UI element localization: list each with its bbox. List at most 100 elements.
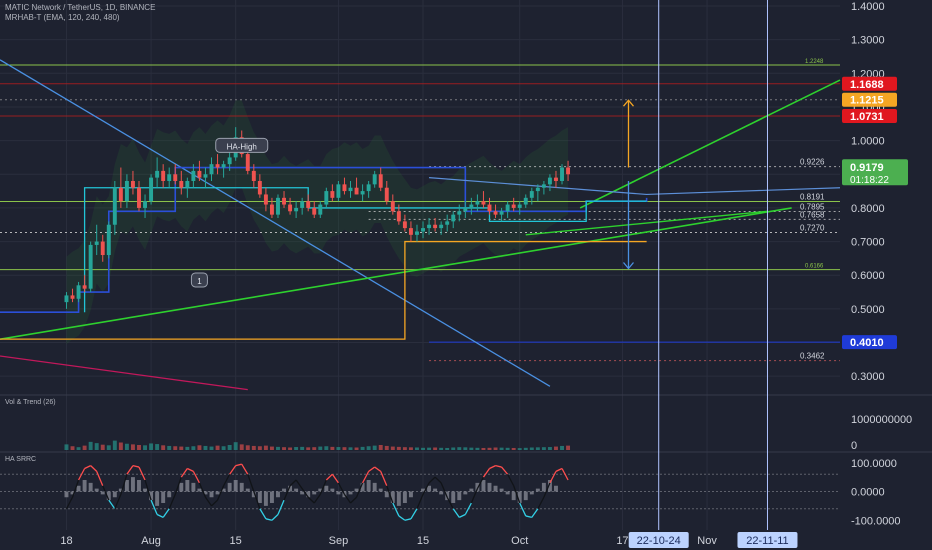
volume-bar	[469, 447, 474, 450]
candle-body	[499, 211, 504, 215]
candle-body	[137, 187, 141, 208]
level-label: 0.9226	[800, 158, 825, 167]
volume-bar	[167, 445, 172, 450]
candle-body	[433, 224, 438, 229]
osc-bar	[167, 491, 172, 498]
osc-bar	[541, 482, 546, 492]
date-label-text: 22-11-11	[746, 535, 788, 547]
candle-body	[330, 191, 335, 198]
current-price-text: 0.9179	[850, 162, 884, 174]
volume-bar	[312, 447, 317, 450]
volume-bar	[269, 446, 274, 450]
volume-bar	[378, 445, 383, 450]
time-tick-label: Aug	[141, 535, 161, 547]
volume-bar	[112, 440, 117, 450]
candle-body	[173, 174, 178, 181]
osc-bar	[185, 480, 190, 492]
osc-bar	[233, 480, 238, 492]
candle-body	[82, 285, 87, 289]
candle-body	[342, 184, 347, 192]
volume-bar	[282, 447, 286, 450]
candle-body	[493, 211, 498, 215]
volume-bar	[354, 447, 359, 450]
osc-bar	[529, 491, 534, 495]
price-tick-label: 1.4000	[851, 1, 885, 13]
candle-body	[511, 204, 516, 208]
volume-bar	[324, 446, 329, 450]
volume-bar	[197, 445, 202, 450]
volume-bar	[408, 447, 413, 450]
osc-bar	[402, 491, 407, 503]
volume-bar	[421, 447, 425, 450]
volume-bar	[372, 445, 377, 450]
candle-body	[360, 191, 365, 195]
candle-body	[402, 221, 407, 229]
volume-bar	[191, 446, 196, 450]
candle-body	[306, 201, 311, 208]
candle-body	[155, 170, 160, 178]
price-chart[interactable]: 1.22480.92260.81910.78950.76580.72700.61…	[0, 0, 932, 550]
volume-bar	[155, 444, 160, 450]
volume-bar	[505, 447, 510, 450]
volume-bar	[239, 444, 244, 450]
volume-bar	[566, 445, 571, 450]
candle-body	[130, 180, 135, 188]
osc-bar	[82, 480, 87, 492]
osc-bar	[282, 488, 286, 492]
candle-body	[487, 204, 492, 212]
price-tick-label: 1.3000	[851, 35, 885, 47]
volume-bar	[149, 443, 154, 450]
candle-body	[112, 187, 117, 225]
volume-bar	[360, 446, 365, 450]
volume-bar	[554, 446, 558, 450]
candle-body	[191, 170, 196, 181]
candle-body	[554, 177, 558, 181]
time-tick-label: Oct	[511, 535, 528, 547]
osc-bar	[64, 491, 69, 498]
candle-body	[263, 194, 268, 205]
osc-bar	[499, 488, 504, 492]
candle-body	[269, 204, 274, 215]
candle-body	[421, 228, 425, 232]
price-flag-text: 0.4010	[850, 337, 884, 349]
candle-body	[100, 241, 105, 256]
volume-bar	[348, 447, 353, 450]
candle-body	[227, 157, 232, 165]
candle-body	[523, 197, 528, 205]
osc-bar	[396, 491, 401, 506]
volume-bar	[203, 445, 208, 450]
price-tick-label: 0.3000	[851, 371, 885, 383]
volume-bar	[143, 445, 147, 450]
osc-bar	[481, 480, 486, 492]
price-tick-label: 0.6000	[851, 270, 885, 282]
candle-body	[161, 170, 166, 181]
volume-bar	[215, 445, 220, 450]
candle-body	[106, 224, 111, 256]
candle-body	[390, 201, 395, 212]
volume-bar	[185, 446, 190, 450]
volume-bar	[263, 445, 268, 450]
osc-bar	[330, 488, 335, 492]
candle-body	[366, 184, 371, 192]
osc-bar	[76, 485, 81, 492]
time-tick-label: 15	[417, 535, 429, 547]
volume-bar	[318, 446, 323, 450]
osc-bar	[487, 482, 492, 492]
volume-bar	[118, 442, 123, 450]
indicator-title: MRHAB-T (EMA, 120, 240, 480)	[5, 13, 120, 22]
volume-bar	[547, 447, 552, 450]
osc-bar	[130, 477, 135, 492]
osc-bar	[408, 491, 413, 498]
osc-bar	[384, 491, 389, 498]
candle-body	[439, 224, 444, 229]
level-label: 1.2248	[805, 59, 824, 65]
callout-label: 1	[197, 277, 202, 286]
volume-bar	[245, 445, 250, 450]
candle-body	[94, 241, 99, 245]
candle-body	[505, 204, 510, 212]
volume-bar	[517, 448, 522, 450]
volume-bar	[94, 443, 99, 450]
volume-bar	[227, 445, 232, 450]
volume-bar	[306, 447, 311, 450]
osc-bar	[336, 491, 341, 495]
